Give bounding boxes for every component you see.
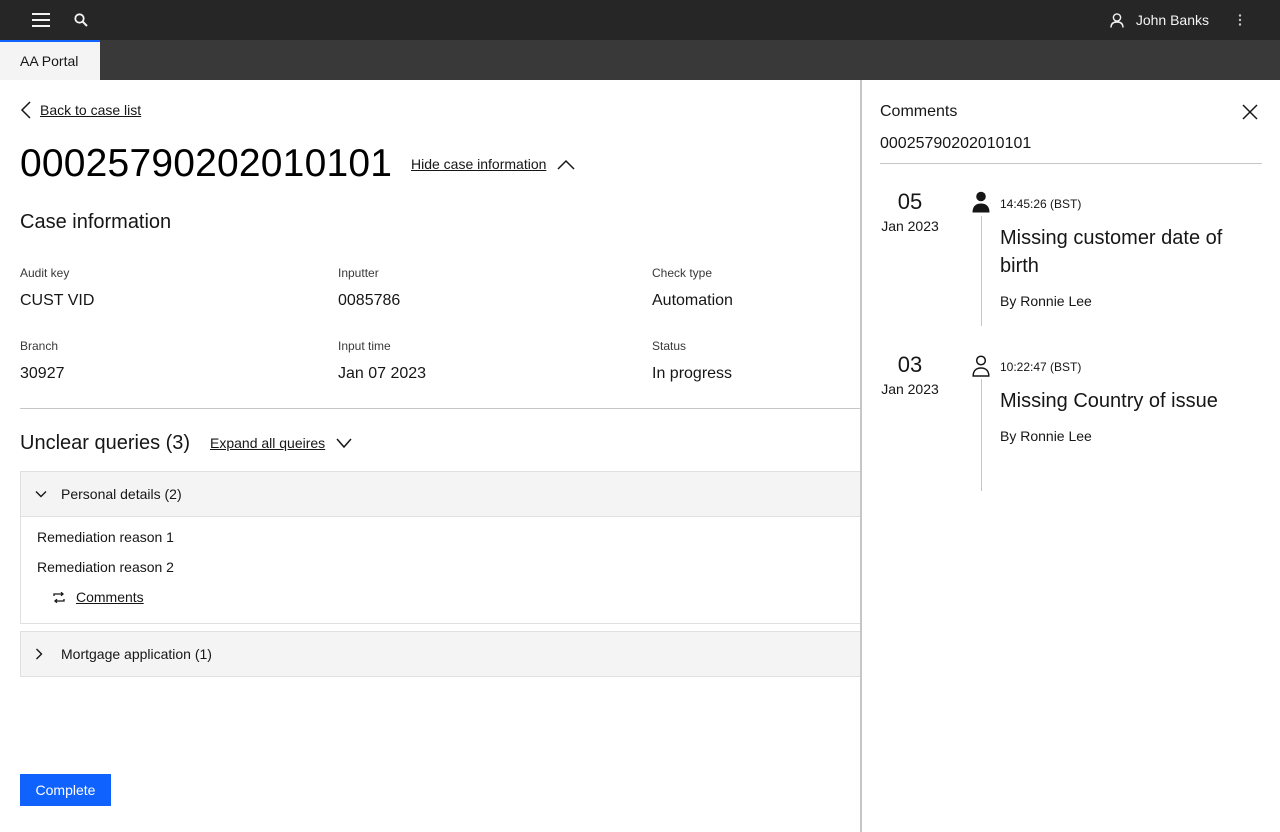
- person-filled-icon: [970, 191, 992, 213]
- branch-value: 30927: [20, 365, 65, 382]
- check-type-value: Automation: [652, 292, 733, 309]
- audit-key-label: Audit key: [20, 266, 70, 280]
- input-time-label: Input time: [338, 339, 391, 353]
- user-menu[interactable]: John Banks: [1110, 0, 1209, 40]
- case-information-heading: Case information: [20, 211, 172, 233]
- timeline-line: [981, 379, 982, 491]
- person-outline-icon: [970, 355, 992, 377]
- comments-panel-title: Comments: [880, 103, 958, 120]
- search-icon[interactable]: [61, 0, 101, 40]
- comment-title: Missing customer date of birth: [1000, 227, 1223, 277]
- timeline-line: [981, 216, 982, 326]
- comments-link[interactable]: Comments: [53, 589, 144, 605]
- top-bar: John Banks: [0, 0, 1280, 40]
- comment-date-month: Jan 2023: [881, 381, 939, 397]
- hide-info-label: Hide case information: [411, 156, 547, 172]
- complete-button[interactable]: Complete: [20, 774, 111, 806]
- hide-case-information-toggle[interactable]: Hide case information: [411, 156, 575, 172]
- expand-all-label: Expand all queires: [210, 435, 326, 451]
- accordion-mortgage-application[interactable]: Mortgage application (1): [20, 631, 860, 677]
- comment-author: By Ronnie Lee: [1000, 428, 1092, 444]
- tab-bar: AA Portal: [0, 40, 1280, 80]
- remediation-reason-item: Remediation reason 1: [37, 529, 174, 545]
- user-icon: [1110, 12, 1124, 28]
- input-time-value: Jan 07 2023: [338, 365, 427, 382]
- accordion-label: Personal details (2): [61, 486, 182, 502]
- chevron-up-icon: [557, 159, 575, 170]
- tab-aa-portal[interactable]: AA Portal: [0, 40, 100, 80]
- user-name: John Banks: [1135, 12, 1209, 28]
- accordion-personal-details[interactable]: Personal details (2): [20, 471, 860, 517]
- panel-divider: [880, 163, 1262, 164]
- chevron-down-icon: [336, 438, 352, 448]
- section-divider: [20, 408, 860, 409]
- remediation-reason-item: Remediation reason 2: [37, 559, 174, 575]
- comment-date-month: Jan 2023: [881, 218, 939, 234]
- branch-label: Branch: [20, 339, 59, 353]
- chevron-right-icon: [35, 648, 55, 660]
- back-link-label: Back to case list: [40, 102, 142, 118]
- hamburger-menu-icon[interactable]: [21, 0, 61, 40]
- close-icon[interactable]: [1238, 100, 1262, 124]
- comment-date-day: 05: [897, 189, 923, 214]
- case-detail: Back to case list 00025790202010101 Hide…: [0, 80, 860, 832]
- comments-panel-case-id: 00025790202010101: [880, 135, 1032, 152]
- overflow-menu-vertical-icon[interactable]: [1220, 0, 1260, 40]
- status-label: Status: [652, 339, 687, 353]
- audit-key-value: CUST VID: [20, 292, 95, 309]
- check-type-label: Check type: [652, 266, 713, 280]
- chevron-down-icon: [35, 490, 55, 498]
- comment-time: 14:45:26 (BST): [1000, 197, 1082, 211]
- comment-date-day: 03: [897, 352, 923, 377]
- chevron-left-icon: [20, 101, 32, 119]
- inputter-label: Inputter: [338, 266, 379, 280]
- comment-time: 10:22:47 (BST): [1000, 360, 1082, 374]
- status-value: In progress: [652, 365, 733, 382]
- comment-author: By Ronnie Lee: [1000, 293, 1092, 309]
- inputter-value: 0085786: [338, 292, 401, 309]
- page-title: 00025790202010101: [20, 142, 393, 185]
- unclear-queries-heading: Unclear queries (3): [20, 432, 191, 454]
- expand-all-queries-toggle[interactable]: Expand all queires: [210, 435, 352, 451]
- accordion-label: Mortgage application (1): [61, 646, 212, 662]
- accordion-personal-details-content: Remediation reason 1 Remediation reason …: [20, 517, 860, 624]
- repeat-icon: [53, 591, 65, 603]
- tab-label: AA Portal: [20, 53, 79, 69]
- comment-title: Missing Country of issue: [1000, 390, 1218, 412]
- comments-link-label: Comments: [76, 589, 144, 605]
- comments-panel: Comments 00025790202010101 05 Jan 2023 1…: [860, 80, 1280, 832]
- back-to-case-list-link[interactable]: Back to case list: [20, 101, 141, 119]
